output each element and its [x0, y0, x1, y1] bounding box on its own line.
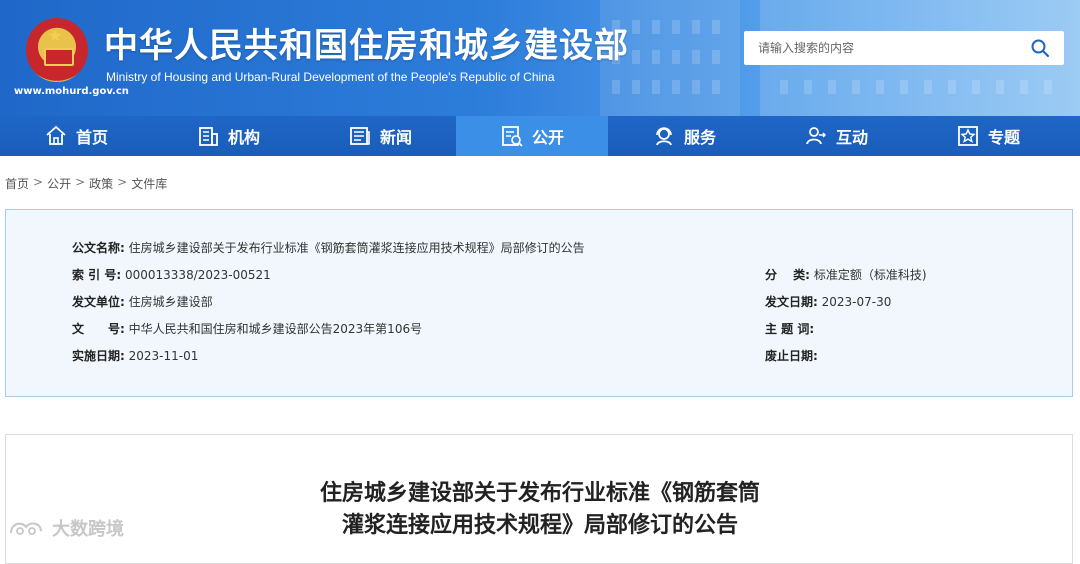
- breadcrumb-document-library[interactable]: 文件库: [131, 175, 167, 192]
- search-box: [744, 31, 1064, 65]
- effective-date-label: 实施日期:: [72, 349, 125, 363]
- site-url: www.mohurd.gov.cn: [14, 86, 129, 97]
- effective-date-value: 2023-11-01: [128, 349, 199, 363]
- disclosure-icon: [502, 126, 523, 147]
- keywords-label: 主 题 词:: [765, 322, 815, 336]
- site-title: 中华人民共和国住房和城乡建设部: [104, 26, 629, 66]
- news-icon: [350, 127, 370, 145]
- issuer-label: 发文单位:: [72, 295, 125, 309]
- nav-item-label: 首页: [75, 128, 108, 147]
- home-icon: [46, 125, 66, 145]
- search-icon[interactable]: [1030, 38, 1050, 58]
- doc-name-label: 公文名称:: [72, 241, 125, 255]
- nav-item-label: 公开: [531, 128, 564, 147]
- index-label: 索 引 号:: [72, 268, 122, 282]
- article-title-line-1: 住房城乡建设部关于发布行业标准《钢筋套筒: [319, 481, 760, 506]
- category-label: 分 类:: [765, 268, 810, 282]
- site-subtitle: Ministry of Housing and Urban-Rural Deve…: [106, 70, 555, 84]
- national-emblem-icon: ★: [26, 18, 88, 82]
- doc-number-field: 文 号: 中华人民共和国住房和城乡建设部公告2023年第106号: [72, 320, 422, 337]
- keywords-field: 主 题 词:: [765, 320, 814, 337]
- breadcrumb: 首页 > 公开 > 政策 > 文件库: [5, 175, 167, 192]
- nav-item-label: 新闻: [379, 128, 412, 147]
- doc-number-value: 中华人民共和国住房和城乡建设部公告2023年第106号: [128, 322, 423, 336]
- nav-item-organization[interactable]: 机构: [152, 116, 304, 156]
- watermark-logo-icon: [10, 522, 42, 535]
- nav-item-label: 互动: [835, 128, 868, 147]
- doc-number-label: 文 号:: [72, 322, 125, 336]
- article-title-line-2: 灌浆连接应用技术规程》局部修订的公告: [341, 513, 738, 538]
- document-info-panel: 公文名称: 住房城乡建设部关于发布行业标准《钢筋套筒灌浆连接应用技术规程》局部修…: [5, 209, 1073, 397]
- issue-date-value: 2023-07-30: [821, 295, 892, 309]
- nav-item-news[interactable]: 新闻: [304, 116, 456, 156]
- breadcrumb-home[interactable]: 首页: [5, 175, 29, 192]
- effective-date-field: 实施日期: 2023-11-01: [72, 347, 198, 364]
- breadcrumb-separator: >: [117, 175, 128, 189]
- nav-item-label: 服务: [683, 128, 716, 147]
- nav-item-home[interactable]: 首页: [0, 116, 152, 156]
- nav-item-label: 专题: [987, 128, 1020, 147]
- breadcrumb-separator: >: [33, 175, 44, 189]
- breadcrumb-disclosure[interactable]: 公开: [47, 175, 71, 192]
- nav-item-service[interactable]: 服务: [608, 116, 760, 156]
- nav-item-label: 机构: [227, 128, 260, 147]
- watermark-text: 大数跨境: [52, 519, 124, 540]
- issue-date-field: 发文日期: 2023-07-30: [765, 293, 891, 310]
- site-header: ★ www.mohurd.gov.cn 中华人民共和国住房和城乡建设部 Mini…: [0, 0, 1080, 116]
- nav-item-disclosure[interactable]: 公开: [456, 116, 608, 156]
- topic-star-icon: [958, 126, 978, 146]
- main-nav: 首页 机构 新闻 公开 服务 互动 专题: [0, 116, 1080, 156]
- nav-item-topic[interactable]: 专题: [912, 116, 1064, 156]
- issue-date-label: 发文日期:: [765, 295, 818, 309]
- issuer-value: 住房城乡建设部: [128, 295, 213, 309]
- breadcrumb-policy[interactable]: 政策: [89, 175, 113, 192]
- nav-item-interaction[interactable]: 互动: [760, 116, 912, 156]
- breadcrumb-separator: >: [75, 175, 86, 189]
- search-input[interactable]: [744, 31, 1028, 65]
- interaction-icon: [806, 127, 827, 145]
- repeal-date-field: 废止日期:: [765, 347, 818, 364]
- building-icon: [199, 127, 218, 146]
- doc-name-value: 住房城乡建设部关于发布行业标准《钢筋套筒灌浆连接应用技术规程》局部修订的公告: [128, 241, 585, 255]
- repeal-date-label: 废止日期:: [765, 349, 818, 363]
- index-value: 000013338/2023-00521: [124, 268, 271, 282]
- service-icon: [656, 127, 672, 146]
- issuer-field: 发文单位: 住房城乡建设部: [72, 293, 213, 310]
- article-panel: 住房城乡建设部关于发布行业标准《钢筋套筒 灌浆连接应用技术规程》局部修订的公告: [5, 434, 1073, 564]
- category-field: 分 类: 标准定额（标准科技): [765, 266, 927, 283]
- category-value: 标准定额（标准科技): [813, 268, 927, 282]
- doc-name-field: 公文名称: 住房城乡建设部关于发布行业标准《钢筋套筒灌浆连接应用技术规程》局部修…: [72, 239, 585, 256]
- watermark: 大数跨境: [8, 515, 124, 541]
- index-field: 索 引 号: 000013338/2023-00521: [72, 266, 271, 283]
